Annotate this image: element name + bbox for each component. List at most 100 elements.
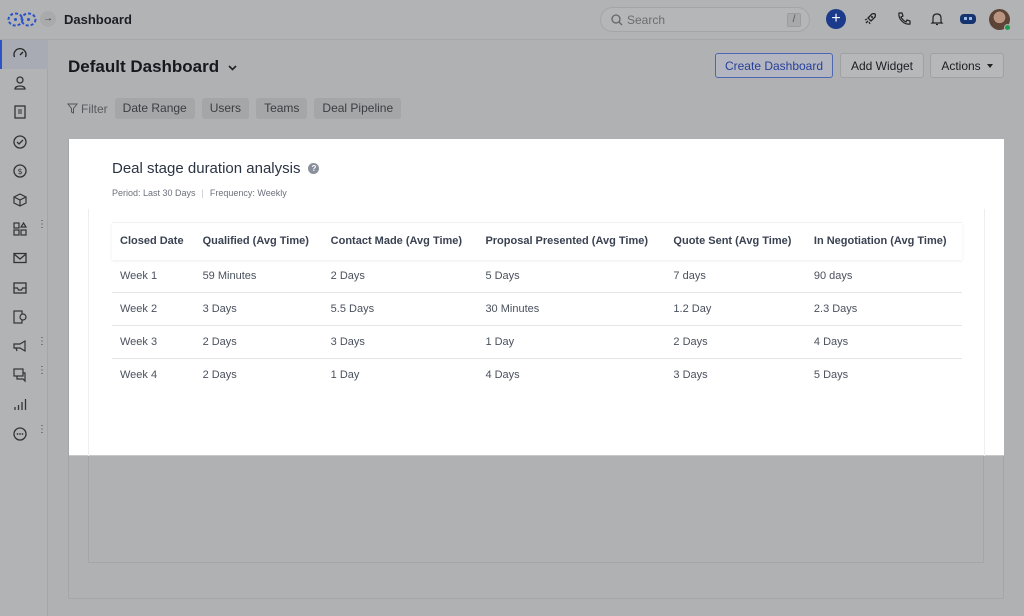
widget-title: Deal stage duration analysis ? [112, 160, 320, 177]
filter-chip-teams[interactable]: Teams [256, 98, 308, 119]
table-row: Week 4 2 Days 1 Day 4 Days 3 Days 5 Days [112, 358, 962, 392]
user-avatar[interactable] [989, 9, 1011, 31]
filter-chip-users[interactable]: Users [201, 98, 250, 119]
frequency-text: Frequency: Weekly [209, 188, 287, 198]
sidebar-item-apps[interactable]: ⋮ [0, 215, 48, 244]
filter-bar: Filter Date Range Users Teams Deal Pipel… [67, 98, 402, 119]
search-input[interactable] [627, 12, 777, 28]
table-cell: 5 Days [805, 358, 962, 392]
phone-button[interactable] [894, 9, 914, 29]
more-options-icon[interactable]: ⋮ [37, 220, 47, 236]
sidebar-item-inbox[interactable] [0, 274, 48, 303]
period-text: Period: Last 30 Days [112, 188, 196, 198]
chat-icon [13, 368, 26, 383]
bell-icon [930, 13, 944, 26]
filter-chip-date-range[interactable]: Date Range [114, 98, 195, 119]
arrow-right-icon: → [43, 13, 53, 24]
help-icon[interactable]: ? [308, 163, 320, 174]
table-row: Week 1 59 Minutes 2 Days 5 Days 7 days 9… [112, 260, 962, 293]
chevron-down-icon [228, 64, 237, 71]
filter-label-text: Filter [81, 101, 108, 116]
person-icon [14, 76, 26, 90]
dollar-circle-icon: $ [13, 164, 27, 178]
dashboard-selector[interactable]: Default Dashboard [68, 57, 238, 77]
table-cell: 2 Days [330, 269, 365, 282]
table-cell: 2.3 Days [805, 292, 962, 326]
caret-down-icon [986, 63, 993, 68]
table-cell: Week 4 [112, 358, 195, 392]
sidebar-item-campaigns[interactable]: ⋮ [0, 332, 48, 361]
notifications-button[interactable] [927, 9, 947, 29]
device-chat-icon [13, 310, 27, 324]
table-cell: 90 days [813, 269, 853, 282]
table-cell: 7 days [673, 269, 706, 282]
assistant-button[interactable] [958, 9, 978, 29]
actions-button[interactable]: Actions [930, 53, 1004, 78]
search-icon [611, 14, 623, 26]
sidebar-item-deals[interactable]: $ [0, 157, 48, 186]
cube-icon [13, 193, 27, 207]
table-cell: 2 Days [194, 325, 323, 359]
bar-chart-icon [14, 399, 27, 410]
table-row: Week 2 3 Days 5.5 Days 30 Minutes 1.2 Da… [112, 292, 962, 326]
sidebar-item-companies[interactable] [0, 98, 48, 127]
actions-label: Actions [941, 58, 981, 73]
sidebar-item-dashboard[interactable] [0, 40, 48, 69]
inbox-icon [13, 282, 27, 294]
phone-icon [898, 12, 911, 25]
filter-label: Filter [67, 102, 108, 116]
speedometer-icon [13, 47, 27, 58]
column-header[interactable]: In Negotiation (Avg Time) [805, 222, 962, 260]
top-bar: → Dashboard / + [0, 0, 1024, 40]
divider [88, 209, 89, 456]
table-cell: Week 1 [120, 269, 158, 282]
table-cell: 5.5 Days [322, 292, 478, 326]
sidebar-item-products[interactable] [0, 186, 48, 215]
svg-text:$: $ [17, 167, 22, 176]
rocket-button[interactable] [860, 9, 880, 29]
column-header[interactable]: Closed Date [112, 222, 195, 260]
sidebar-item-email[interactable] [0, 244, 48, 273]
filter-chip-deal-pipeline[interactable]: Deal Pipeline [314, 98, 402, 119]
table-header-row: Closed Date Qualified (Avg Time) Contact… [112, 222, 962, 260]
create-new-button[interactable]: + [826, 9, 846, 29]
mail-icon [13, 252, 27, 264]
filter-icon [67, 103, 78, 114]
check-circle-icon [13, 135, 27, 149]
create-dashboard-button[interactable]: Create Dashboard [715, 53, 833, 78]
table-cell: 3 Days [665, 358, 806, 392]
column-header[interactable]: Contact Made (Avg Time) [322, 222, 478, 260]
column-header[interactable]: Quote Sent (Avg Time) [665, 222, 806, 260]
logo-icon[interactable] [7, 12, 37, 27]
column-header[interactable]: Qualified (Avg Time) [194, 222, 323, 260]
app-title: Dashboard [64, 12, 132, 27]
table-cell: Week 2 [112, 292, 195, 326]
expand-sidebar-button[interactable]: → [40, 11, 56, 27]
more-options-icon[interactable]: ⋮ [37, 366, 47, 382]
sidebar-item-reports[interactable] [0, 390, 48, 419]
sidebar-item-tasks[interactable] [0, 128, 48, 157]
table-cell: 3 Days [322, 325, 478, 359]
sidebar-item-contacts[interactable] [0, 69, 48, 98]
page-title: Default Dashboard [68, 57, 220, 76]
more-options-icon[interactable]: ⋮ [37, 425, 47, 441]
table-cell: Week 3 [112, 325, 195, 359]
table-cell: 30 Minutes [477, 292, 666, 326]
table-row: Week 3 2 Days 3 Days 1 Day 2 Days 4 Days [112, 325, 962, 359]
more-options-icon[interactable]: ⋮ [37, 337, 47, 353]
sidebar-item-device-chat[interactable] [0, 303, 48, 332]
meta-separator: | [201, 188, 204, 198]
search-box[interactable]: / [600, 7, 810, 32]
sidebar-item-conversations[interactable]: ⋮ [0, 361, 48, 390]
sidebar-item-more[interactable]: ⋮ [0, 420, 48, 449]
table-cell: 2 Days [665, 325, 806, 359]
widget-meta: Period: Last 30 Days | Frequency: Weekly [112, 188, 287, 198]
megaphone-icon [13, 339, 26, 353]
plus-icon: + [831, 10, 841, 27]
table-cell: 4 Days [805, 325, 962, 359]
column-header[interactable]: Proposal Presented (Avg Time) [477, 222, 666, 260]
table-cell: 5 Days [485, 269, 520, 282]
deal-stage-table: Closed Date Qualified (Avg Time) Contact… [112, 222, 962, 392]
add-widget-button[interactable]: Add Widget [840, 53, 924, 78]
table-cell: 3 Days [194, 292, 323, 326]
